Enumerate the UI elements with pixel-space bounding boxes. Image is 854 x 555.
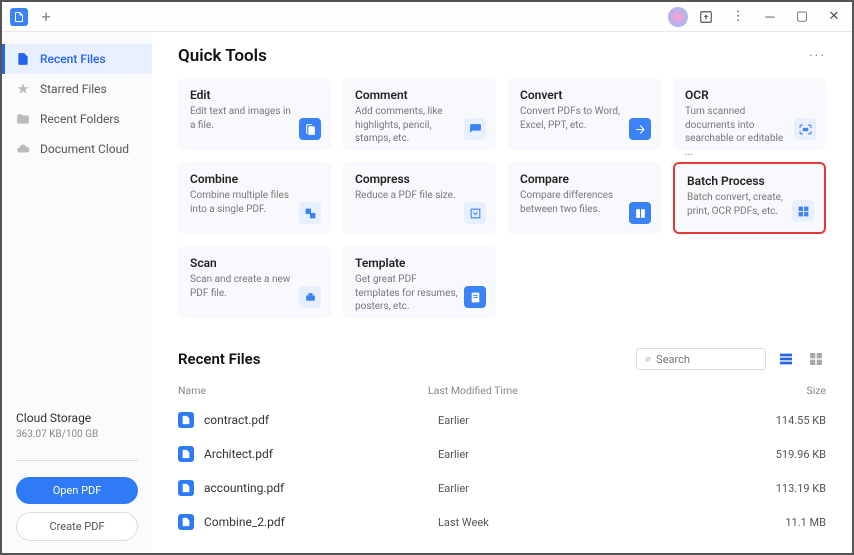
folder-icon	[16, 112, 30, 126]
table-header: Name Last Modified Time Size	[178, 380, 826, 403]
cloud-icon	[16, 142, 30, 156]
file-row[interactable]: contract.pdf Earlier 114.55 KB	[178, 403, 826, 437]
file-row[interactable]: accounting.pdf Earlier 113.19 KB	[178, 471, 826, 505]
tool-compress[interactable]: Compress Reduce a PDF file size.	[343, 162, 496, 234]
sidebar-item-recent-files[interactable]: Recent Files	[2, 44, 152, 74]
tool-convert[interactable]: Convert Convert PDFs to Word, Excel, PPT…	[508, 78, 661, 150]
app-logo	[10, 8, 28, 26]
sidebar: Recent Files Starred Files Recent Folder…	[2, 32, 152, 553]
tool-template[interactable]: Template Get great PDF templates for res…	[343, 246, 496, 318]
storage-divider	[16, 460, 138, 461]
sidebar-item-label: Recent Folders	[40, 112, 120, 126]
file-row[interactable]: Combine_2.pdf Last Week 11.1 MB	[178, 505, 826, 539]
tool-edit[interactable]: Edit Edit text and images in a file.	[178, 78, 331, 150]
close-button[interactable]: ✕	[820, 3, 848, 31]
pdf-icon	[178, 480, 194, 496]
doc-icon	[16, 52, 30, 66]
tool-combine[interactable]: Combine Combine multiple files into a si…	[178, 162, 331, 234]
quick-tools-more-icon[interactable]: ···	[809, 48, 826, 64]
file-name: Architect.pdf	[204, 447, 438, 461]
tool-ocr[interactable]: OCR Turn scanned documents into searchab…	[673, 78, 826, 150]
col-size-header: Size	[736, 384, 826, 397]
maximize-button[interactable]: ▢	[788, 3, 816, 31]
file-list: contract.pdf Earlier 114.55 KB Architect…	[178, 403, 826, 539]
tool-batch-process[interactable]: Batch Process Batch convert, create, pri…	[673, 162, 826, 234]
batch-icon	[792, 200, 814, 222]
pdf-icon	[178, 446, 194, 462]
sidebar-item-label: Document Cloud	[40, 142, 129, 156]
tool-comment[interactable]: Comment Add comments, like highlights, p…	[343, 78, 496, 150]
search-input[interactable]	[656, 353, 757, 366]
create-pdf-button[interactable]: Create PDF	[16, 512, 138, 541]
file-size: 519.96 KB	[736, 448, 826, 461]
user-avatar[interactable]	[668, 7, 688, 27]
file-row[interactable]: Architect.pdf Earlier 519.96 KB	[178, 437, 826, 471]
file-name: contract.pdf	[204, 413, 438, 427]
file-name: Combine_2.pdf	[204, 515, 438, 529]
comment-icon	[464, 118, 486, 140]
quick-tools-grid: Edit Edit text and images in a file. Com…	[178, 78, 826, 318]
grid-view-button[interactable]	[806, 349, 826, 369]
col-time-header: Last Modified Time	[428, 384, 736, 397]
scan-icon	[299, 286, 321, 308]
main-content: Quick Tools ··· Edit Edit text and image…	[152, 32, 852, 553]
search-icon: ⌕	[645, 352, 651, 366]
sidebar-item-recent-folders[interactable]: Recent Folders	[2, 104, 152, 134]
sidebar-item-document-cloud[interactable]: Document Cloud	[2, 134, 152, 164]
tool-scan[interactable]: Scan Scan and create a new PDF file.	[178, 246, 331, 318]
cloud-storage-label: Cloud Storage 363.07 KB/100 GB	[2, 399, 152, 452]
file-size: 11.1 MB	[736, 516, 826, 529]
cloud-storage-usage: 363.07 KB/100 GB	[16, 429, 138, 440]
open-pdf-button[interactable]: Open PDF	[16, 477, 138, 504]
pdf-icon	[178, 412, 194, 428]
file-name: accounting.pdf	[204, 481, 438, 495]
list-view-button[interactable]	[776, 349, 796, 369]
ocr-icon	[794, 118, 816, 140]
tool-compare[interactable]: Compare Compare differences between two …	[508, 162, 661, 234]
file-size: 113.19 KB	[736, 482, 826, 495]
minimize-button[interactable]: ─	[756, 3, 784, 31]
col-name-header: Name	[178, 384, 428, 397]
file-time: Earlier	[438, 448, 736, 461]
sidebar-item-starred-files[interactable]: Starred Files	[2, 74, 152, 104]
template-icon	[464, 286, 486, 308]
edit-icon	[299, 118, 321, 140]
combine-icon	[299, 202, 321, 224]
file-size: 114.55 KB	[736, 414, 826, 427]
quick-tools-title: Quick Tools	[178, 46, 267, 66]
titlebar: + ⋮ ─ ▢ ✕	[2, 2, 852, 32]
convert-icon	[629, 118, 651, 140]
sidebar-item-label: Starred Files	[40, 82, 107, 96]
compress-icon	[464, 202, 486, 224]
file-time: Last Week	[438, 516, 736, 529]
compare-icon	[629, 202, 651, 224]
share-icon[interactable]	[692, 3, 720, 31]
recent-files-title: Recent Files	[178, 350, 260, 368]
menu-dots-icon[interactable]: ⋮	[724, 3, 752, 31]
star-icon	[16, 82, 30, 96]
search-box[interactable]: ⌕	[636, 348, 766, 370]
pdf-icon	[178, 514, 194, 530]
new-tab-button[interactable]: +	[36, 7, 56, 27]
file-time: Earlier	[438, 482, 736, 495]
file-time: Earlier	[438, 414, 736, 427]
sidebar-item-label: Recent Files	[40, 52, 106, 66]
